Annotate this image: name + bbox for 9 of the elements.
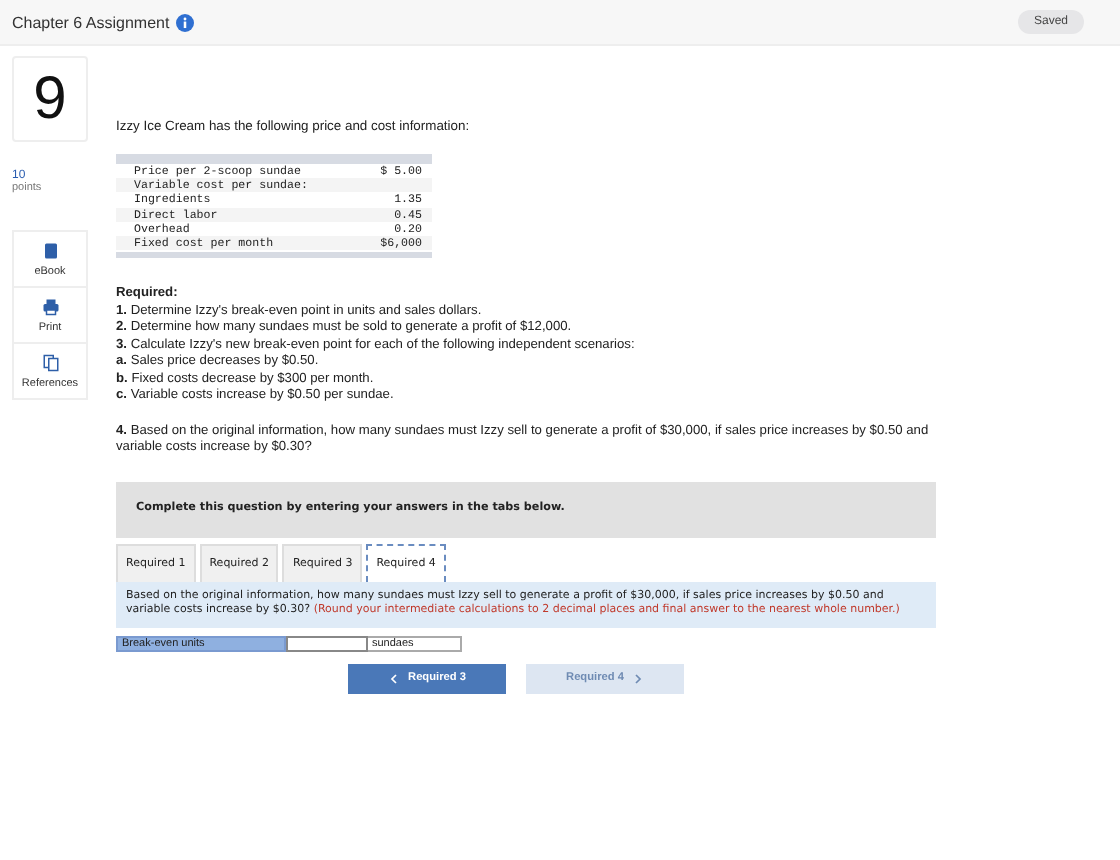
documents-icon — [41, 354, 59, 372]
question-number: 9 — [12, 56, 88, 142]
assignment-title: Chapter 6 Assignment — [12, 13, 170, 31]
info-icon[interactable] — [175, 13, 194, 31]
chevron-icon — [388, 671, 401, 686]
chevron-icon — [631, 671, 644, 686]
book-icon — [41, 242, 59, 260]
answer-field[interactable] — [286, 635, 368, 652]
printer-icon — [41, 298, 59, 316]
